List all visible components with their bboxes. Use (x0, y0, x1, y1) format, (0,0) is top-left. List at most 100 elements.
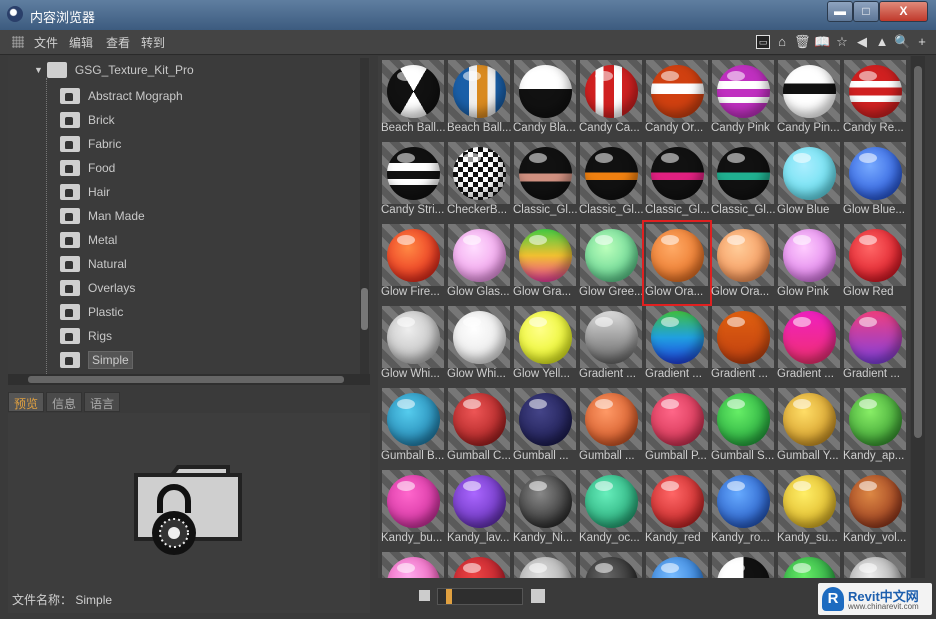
tab-0[interactable]: 预览 (8, 392, 45, 412)
material-thumbnail[interactable]: Kandy_oc... (579, 469, 643, 549)
close-button[interactable]: X (879, 1, 928, 22)
material-thumbnail[interactable]: Gumball C... (447, 387, 511, 467)
material-thumbnail[interactable]: Glow Glas... (447, 223, 511, 303)
material-thumbnail[interactable]: Kandy_red (645, 469, 709, 549)
tree-root[interactable]: ▼ GSG_Texture_Kit_Pro (34, 62, 194, 78)
material-thumbnail[interactable]: Glow Pink (777, 223, 841, 303)
material-thumbnail[interactable]: Kandy_ap... (843, 387, 907, 467)
material-thumbnail[interactable]: Kandy_su... (777, 469, 841, 549)
slider-knob[interactable] (446, 589, 452, 604)
material-thumbnail[interactable]: Classic_Gl... (513, 141, 578, 221)
collapse-arrow-icon[interactable]: ▼ (34, 65, 43, 75)
tree-item[interactable]: Natural (60, 254, 127, 274)
material-thumbnail[interactable]: Glow Blue... (843, 141, 907, 221)
material-thumbnail[interactable]: Kandy_ro... (711, 469, 775, 549)
material-thumbnail[interactable] (513, 551, 577, 578)
material-thumbnail[interactable]: Candy Re... (843, 59, 907, 139)
material-thumbnail[interactable] (777, 551, 841, 578)
material-thumbnail[interactable] (645, 551, 709, 578)
material-thumbnail[interactable]: Candy Ca... (579, 59, 643, 139)
material-thumbnail[interactable]: Glow Gra... (513, 223, 577, 303)
material-thumbnail[interactable]: Kandy_Ni... (513, 469, 577, 549)
tree-item[interactable]: Fabric (60, 134, 121, 154)
material-thumbnail[interactable]: Gradient ... (711, 305, 775, 385)
material-thumbnail[interactable]: Classic_Gl... (579, 141, 644, 221)
scrollbar-thumb[interactable] (914, 66, 922, 438)
tab-2[interactable]: 语言 (84, 392, 121, 412)
material-thumbnail[interactable] (381, 551, 445, 578)
material-thumbnail[interactable] (579, 551, 643, 578)
small-thumbnail-icon[interactable] (419, 590, 430, 601)
material-thumbnail[interactable]: Candy Stri... (381, 141, 445, 221)
tree-item[interactable]: Hair (60, 182, 110, 202)
menu-goto[interactable]: 转到 (141, 34, 165, 51)
material-thumbnail[interactable]: Beach Ball... (381, 59, 446, 139)
scrollbar-thumb[interactable] (28, 376, 344, 383)
material-thumbnail[interactable]: Gumball ... (513, 387, 577, 467)
menu-view[interactable]: 查看 (106, 34, 130, 51)
material-thumbnail[interactable]: Classic_Gl... (711, 141, 776, 221)
up-icon[interactable]: ▲ (874, 33, 890, 50)
material-thumbnail[interactable]: Candy Pink (711, 59, 775, 139)
minimize-button[interactable]: ▬ (827, 1, 853, 22)
material-thumbnail[interactable] (843, 551, 907, 578)
material-thumbnail[interactable]: Glow Fire... (381, 223, 445, 303)
tree-item[interactable]: Plastic (60, 302, 123, 322)
material-thumbnail[interactable]: CheckerB... (447, 141, 511, 221)
tree-item[interactable]: Man Made (60, 206, 145, 226)
grid-vertical-scrollbar[interactable] (911, 56, 925, 578)
menu-file[interactable]: 文件 (34, 34, 58, 51)
grip-icon[interactable] (12, 36, 24, 48)
tree-item[interactable]: Metal (60, 230, 117, 250)
material-thumbnail[interactable]: Candy Bla... (513, 59, 577, 139)
material-thumbnail[interactable]: Glow Whi... (381, 305, 445, 385)
material-thumbnail[interactable]: Glow Ora... (711, 223, 775, 303)
material-thumbnail[interactable]: Glow Yell... (513, 305, 577, 385)
material-thumbnail[interactable]: Candy Pin... (777, 59, 841, 139)
material-thumbnail[interactable]: Glow Blue (777, 141, 841, 221)
tree-item[interactable]: Abstract Mograph (60, 86, 183, 106)
material-thumbnail[interactable]: Gradient ... (579, 305, 643, 385)
material-thumbnail[interactable] (447, 551, 511, 578)
tab-1[interactable]: 信息 (46, 392, 83, 412)
material-thumbnail[interactable]: Gradient ... (645, 305, 709, 385)
tree-item[interactable]: Food (60, 158, 115, 178)
material-thumbnail[interactable]: Candy Or... (645, 59, 709, 139)
tree-horizontal-scrollbar[interactable] (8, 374, 370, 385)
material-thumbnail[interactable]: Gradient ... (777, 305, 841, 385)
material-thumbnail[interactable]: Kandy_bu... (381, 469, 445, 549)
material-thumbnail[interactable]: Glow Whi... (447, 305, 511, 385)
home-icon[interactable]: ⌂ (774, 33, 790, 50)
tree-vertical-scrollbar[interactable] (360, 58, 369, 374)
material-thumbnail[interactable] (711, 551, 775, 578)
material-thumbnail[interactable]: Classic_Gl... (645, 141, 710, 221)
tree-item[interactable]: Brick (60, 110, 115, 130)
thumbnail-size-slider[interactable] (437, 588, 523, 605)
menu-edit[interactable]: 编辑 (69, 34, 93, 51)
material-thumbnail[interactable]: Kandy_vol... (843, 469, 907, 549)
back-icon[interactable]: ◀ (854, 33, 870, 50)
material-thumbnail[interactable]: Glow Red (843, 223, 907, 303)
preview-icon[interactable]: ▭ (756, 35, 770, 49)
tree-item[interactable]: Overlays (60, 278, 135, 298)
book-icon[interactable]: 📖 (814, 33, 830, 50)
material-thumbnail[interactable]: Kandy_lav... (447, 469, 511, 549)
add-icon[interactable]: + (914, 33, 930, 50)
search-icon[interactable]: 🔍 (894, 33, 910, 50)
material-thumbnail[interactable]: Gumball B... (381, 387, 445, 467)
material-thumbnail[interactable]: Glow Ora... (642, 220, 712, 306)
large-thumbnail-icon[interactable] (531, 589, 545, 603)
material-thumbnail[interactable]: Gumball ... (579, 387, 643, 467)
material-thumbnail[interactable]: Gumball P... (645, 387, 709, 467)
tree-item[interactable]: Rigs (60, 326, 112, 346)
material-thumbnail[interactable]: Beach Ball... (447, 59, 512, 139)
material-thumbnail[interactable]: Glow Gree... (579, 223, 644, 303)
tree-item[interactable]: Simple (60, 350, 133, 370)
scrollbar-thumb[interactable] (361, 288, 368, 330)
material-thumbnail[interactable]: Gradient ... (843, 305, 907, 385)
material-thumbnail[interactable]: Gumball Y... (777, 387, 841, 467)
star-icon[interactable]: ☆ (834, 33, 850, 50)
maximize-button[interactable]: □ (853, 1, 879, 22)
trash-icon[interactable]: 🗑 (794, 33, 811, 50)
material-thumbnail[interactable]: Gumball S... (711, 387, 775, 467)
